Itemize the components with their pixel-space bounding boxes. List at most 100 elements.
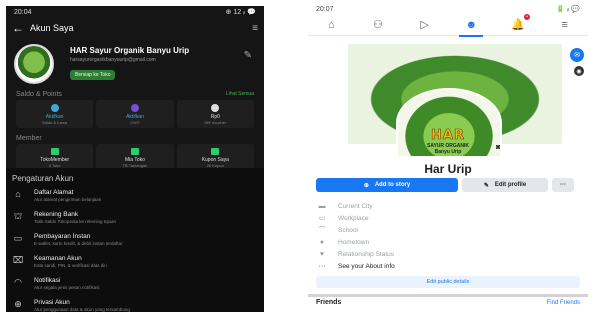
arrow-left-icon[interactable]: ← [12, 21, 24, 35]
points-section-header: Saldo & Points Lihat Semua [6, 88, 264, 100]
settings-item-security[interactable]: ⌧ Keamanan Akun Kata sandi, PIN, & verif… [6, 253, 264, 275]
settings-item-payment[interactable]: ▭ Pembayaran Instan E-wallet, kartu kred… [6, 231, 264, 253]
settings-item-title: Pembayaran Instan [34, 233, 91, 240]
pencil-icon: ✎ [483, 182, 489, 189]
settings-item-title: Privasi Akun [34, 299, 70, 306]
status-indicators: ⊕ 12 ᵢₗ 💬 [225, 9, 256, 16]
bell-icon: ◠ [14, 277, 22, 287]
detail-label: Relationship Status [338, 250, 395, 258]
find-friends-link[interactable]: Find Friends [547, 300, 580, 306]
more-icon: ··· [318, 262, 326, 270]
page-title: Akun Saya [30, 23, 74, 33]
detail-label: School [338, 226, 358, 234]
menu-icon[interactable]: ≡ [551, 19, 579, 31]
settings-item-sub: Atur penggunaan data & akun yang tersamb… [34, 307, 130, 312]
detail-about-info[interactable]: ··· See your About info [316, 260, 580, 272]
store-email: harsayurorganikbanyuurip@gmail.com [70, 57, 156, 63]
points-card-sub: OVO [130, 119, 140, 125]
points-card-sub: Saldo & Lama [42, 119, 68, 125]
add-to-story-button[interactable]: ⊕ Add to story [316, 178, 458, 192]
facebook-profile-screen: 20:07 🔋 ᵢₗ 💬 ⌂ ⚇ ▷ ☻ 🔔 • ≡ ✉ ◉ HAR SAYUR … [308, 4, 588, 314]
points-card-sub: Gift Voucher [204, 119, 227, 125]
home-icon[interactable]: ⌂ [317, 19, 345, 31]
status-time: 20:04 [14, 8, 32, 16]
see-all-link[interactable]: Lihat Semua [226, 91, 254, 97]
edit-profile-button[interactable]: ✎ Edit profile [462, 178, 548, 192]
status-bar: 20:04 ⊕ 12 ᵢₗ 💬 [6, 6, 264, 18]
points-card-gift[interactable]: Rp0 Gift Voucher [176, 100, 254, 128]
notifications-icon[interactable]: 🔔 • [504, 14, 532, 31]
avatar[interactable] [14, 44, 54, 84]
detail-relationship[interactable]: ♥ Relationship Status [316, 248, 580, 260]
status-indicators: 🔋 ᵢₗ 💬 [556, 6, 580, 13]
ovo-icon [130, 103, 139, 112]
card-icon: ▭ [13, 233, 23, 243]
detail-label: See your About info [338, 262, 395, 270]
camera-icon[interactable]: ◉ [574, 66, 584, 76]
member-section-title: Member [16, 134, 42, 142]
detail-label: Hometown [338, 238, 370, 246]
points-section-title: Saldo & Points [16, 90, 62, 98]
menu-icon[interactable]: ≡ [252, 23, 258, 34]
coupon-icon [211, 148, 220, 155]
status-time: 20:07 [316, 5, 334, 13]
status-bar: 20:07 🔋 ᵢₗ 💬 [308, 4, 588, 14]
store-icon [50, 148, 59, 155]
points-card-ovo[interactable]: Aktifkan OVO [96, 100, 174, 128]
friends-section-header: Friends Find Friends [308, 294, 588, 308]
top-nav: ⌂ ⚇ ▷ ☻ 🔔 • ≡ [308, 14, 588, 37]
store-name: HAR Sayur Organik Banyu Urip [70, 46, 190, 55]
profile-icon[interactable]: ☻ [457, 19, 485, 37]
settings-item-address[interactable]: ⌂ Daftar Alamat Atur alamat pengiriman b… [6, 187, 264, 209]
pencil-icon[interactable]: ✎ [244, 50, 252, 61]
gift-icon [211, 103, 220, 112]
detail-hometown[interactable]: ● Hometown [316, 236, 580, 248]
settings-item-sub: Atur alamat pengiriman belanjaan [34, 197, 102, 202]
points-cards: Aktifkan Saldo & Lama Aktifkan OVO Rp0 G… [6, 100, 264, 128]
logo-sub-2: Banyu Urip [434, 149, 462, 155]
relationship-icon: ♥ [319, 250, 325, 258]
edit-public-details-button[interactable]: Edit public details [316, 276, 580, 288]
settings-item-title: Rekening Bank [34, 211, 79, 218]
detail-school[interactable]: ⌒ School [316, 224, 580, 236]
tokopedia-account-screen: 20:04 ⊕ 12 ᵢₗ 💬 ← Akun Saya ≡ HAR Sayur … [6, 6, 264, 312]
settings-item-sub: Tarik Saldo Tokopedia ke rekening tujuan [34, 219, 116, 224]
hometown-icon: ● [319, 238, 325, 246]
detail-label: Current City [338, 202, 373, 210]
settings-title: Pengaturan Akun [12, 174, 74, 183]
edit-profile-label: Edit profile [494, 182, 527, 188]
briefcase-icon: ▬ [318, 202, 326, 210]
profile-details: ▬ Current City ▭ Workplace ⌒ School ● Ho… [316, 200, 580, 288]
settings-item-privacy[interactable]: ⊕ Privasi Akun Atur penggunaan data & ak… [6, 297, 264, 312]
settings-item-sub: Kata sandi, PIN, & verifikasi data diri [34, 263, 107, 268]
points-card-saldo[interactable]: Aktifkan Saldo & Lama [16, 100, 94, 128]
challenge-icon [130, 148, 139, 155]
settings-item-title: Keamanan Akun [34, 255, 82, 262]
friends-icon[interactable]: ⚇ [364, 18, 392, 31]
notification-badge: • [524, 14, 530, 20]
wallet-icon [50, 103, 59, 112]
account-settings: Pengaturan Akun ⌂ Daftar Alamat Atur ala… [6, 168, 264, 312]
camera-icon[interactable]: ◙ [496, 144, 500, 151]
add-to-story-label: Add to story [374, 182, 411, 188]
more-options-button[interactable]: ··· [552, 178, 574, 192]
profile-card: HAR Sayur Organik Banyu Urip harsayurorg… [6, 38, 264, 88]
lock-icon: ⌧ [12, 255, 24, 265]
bank-icon: ⛫ [13, 211, 23, 221]
home-icon: ⌂ [15, 189, 21, 199]
settings-item-title: Notifikasi [34, 277, 61, 284]
settings-item-bank[interactable]: ⛫ Rekening Bank Tarik Saldo Tokopedia ke… [6, 209, 264, 231]
settings-item-notifications[interactable]: ◠ Notifikasi Atur segala jenis pesan not… [6, 275, 264, 297]
har-logo: HAR SAYUR ORGANIK Banyu Urip [408, 128, 488, 158]
friends-title: Friends [316, 299, 342, 306]
page-name: Har Urip [424, 162, 472, 176]
settings-item-sub: Atur segala jenis pesan notifikasi [34, 285, 100, 290]
settings-item-sub: E-wallet, kartu kredit, & debit instan t… [34, 241, 123, 246]
goto-shop-button[interactable]: Bersiap ke Toko [70, 70, 116, 80]
detail-workplace[interactable]: ▭ Workplace [316, 212, 580, 224]
video-icon[interactable]: ▷ [411, 18, 439, 31]
messenger-icon[interactable]: ✉ [570, 48, 584, 62]
bell-glyph: 🔔 [511, 19, 525, 31]
detail-current-city[interactable]: ▬ Current City [316, 200, 580, 212]
screenshot-stage: 20:04 ⊕ 12 ᵢₗ 💬 ← Akun Saya ≡ HAR Sayur … [0, 0, 592, 316]
